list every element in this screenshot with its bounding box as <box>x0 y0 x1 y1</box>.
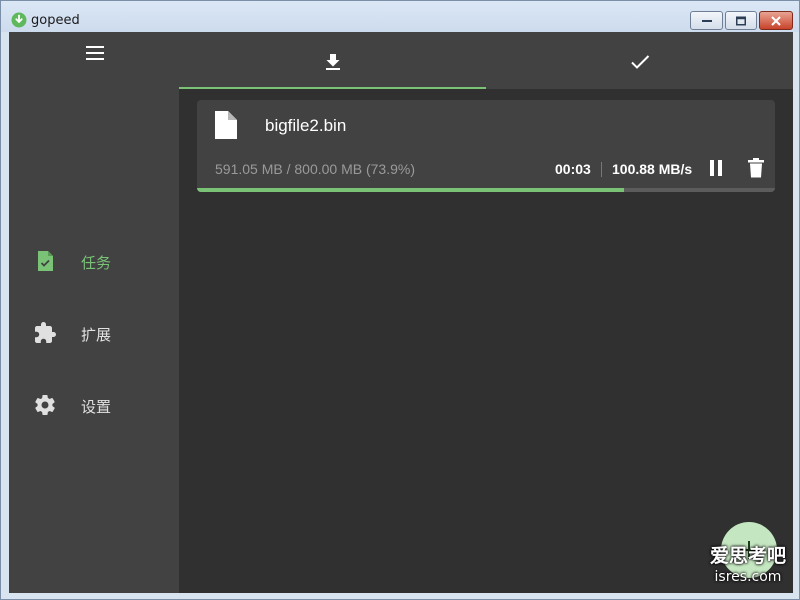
puzzle-icon <box>35 322 56 343</box>
task-item[interactable]: bigfile2.bin 591.05 MB / 800.00 MB (73.9… <box>197 100 775 192</box>
task-file-name: bigfile2.bin <box>265 116 347 135</box>
stats-divider <box>601 162 602 177</box>
file-icon <box>215 111 237 139</box>
sidebar-item-label: 设置 <box>81 398 112 416</box>
task-elapsed-time: 00:03 <box>555 161 591 177</box>
title-bar[interactable]: gopeed <box>1 1 799 32</box>
trash-icon <box>748 158 764 178</box>
task-speed: 100.88 MB/s <box>612 161 693 177</box>
tab-active-indicator <box>179 87 486 89</box>
watermark: 爱思考吧 isres.com <box>705 541 791 585</box>
download-icon <box>325 54 340 70</box>
sidebar-item-label: 任务 <box>81 254 112 272</box>
sidebar-item-extensions[interactable]: 扩展 <box>9 311 179 355</box>
task-progress-fill <box>197 188 625 192</box>
pause-button[interactable] <box>705 156 727 180</box>
main-panel: bigfile2.bin 591.05 MB / 800.00 MB (73.9… <box>179 32 793 593</box>
maximize-button[interactable] <box>725 11 757 30</box>
menu-icon <box>86 46 104 60</box>
pause-icon <box>710 160 722 176</box>
gopeed-logo-icon <box>11 12 27 28</box>
sidebar-item-tasks[interactable]: 任务 <box>9 239 179 283</box>
check-icon <box>630 55 649 69</box>
app-content: 任务 扩展 设置 bigfile2.bin 591.05 MB / 800.00… <box>9 32 793 593</box>
task-progress-bar <box>197 188 775 192</box>
menu-button[interactable] <box>82 42 108 64</box>
watermark-line2: isres.com <box>714 569 782 585</box>
sidebar: 任务 扩展 设置 <box>9 32 179 593</box>
tab-downloading[interactable] <box>179 32 486 89</box>
close-icon <box>771 15 781 26</box>
tab-bar <box>179 32 793 89</box>
sidebar-item-settings[interactable]: 设置 <box>9 383 179 427</box>
app-window: gopeed 任务 扩展 设置 bigfile2.bin 591.05 MB /… <box>0 0 800 600</box>
window-title: gopeed <box>31 13 80 28</box>
delete-button[interactable] <box>745 156 767 180</box>
close-button[interactable] <box>759 11 793 30</box>
tab-done[interactable] <box>486 32 793 89</box>
maximize-icon <box>736 16 746 25</box>
gear-icon <box>35 395 55 416</box>
sidebar-item-label: 扩展 <box>81 326 112 344</box>
minimize-icon <box>701 19 712 22</box>
task-progress-text: 591.05 MB / 800.00 MB (73.9%) <box>215 161 415 177</box>
watermark-line1: 爱思考吧 <box>709 545 786 567</box>
task-file-icon <box>38 251 53 271</box>
minimize-button[interactable] <box>690 11 723 30</box>
